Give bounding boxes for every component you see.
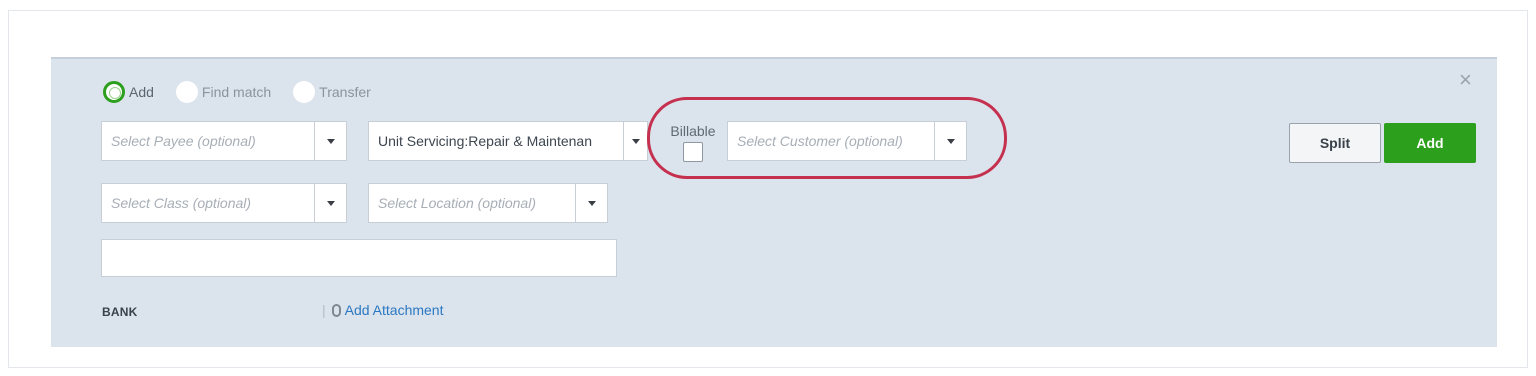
radio-add[interactable]: Add bbox=[103, 81, 154, 103]
chevron-down-icon[interactable] bbox=[575, 184, 607, 222]
radio-unselected-icon bbox=[175, 81, 198, 103]
radio-find-match-label: Find match bbox=[201, 84, 272, 100]
chevron-down-icon[interactable] bbox=[314, 184, 346, 222]
billable-checkbox[interactable] bbox=[683, 142, 703, 162]
chevron-down-icon[interactable] bbox=[934, 122, 966, 160]
add-attachment-link[interactable]: Add Attachment bbox=[345, 302, 444, 318]
billable-label: Billable bbox=[670, 123, 716, 139]
customer-placeholder: Select Customer (optional) bbox=[737, 133, 903, 149]
category-account-select[interactable]: Unit Servicing:Repair & Maintenan bbox=[368, 121, 648, 161]
radio-transfer-label: Transfer bbox=[319, 84, 371, 100]
bank-label: BANK bbox=[102, 305, 138, 319]
chevron-down-icon[interactable] bbox=[623, 122, 647, 160]
radio-unselected-icon bbox=[293, 81, 316, 103]
category-account-value: Unit Servicing:Repair & Maintenan bbox=[378, 133, 592, 149]
split-button[interactable]: Split bbox=[1289, 123, 1381, 163]
add-button[interactable]: Add bbox=[1384, 123, 1476, 163]
paperclip-icon bbox=[331, 303, 341, 317]
divider: | bbox=[322, 302, 326, 318]
location-placeholder: Select Location (optional) bbox=[378, 195, 536, 211]
class-select[interactable]: Select Class (optional) bbox=[101, 183, 347, 223]
bank-transaction-edit-panel: Add Find match Transfer × Select Payee (… bbox=[51, 57, 1497, 347]
chevron-down-icon[interactable] bbox=[314, 122, 346, 160]
payee-placeholder: Select Payee (optional) bbox=[111, 133, 256, 149]
radio-find-match[interactable]: Find match bbox=[175, 81, 272, 103]
billable-control: Billable bbox=[665, 123, 721, 162]
transaction-action-radio-group: Add Find match Transfer bbox=[103, 81, 393, 103]
radio-transfer[interactable]: Transfer bbox=[293, 81, 371, 103]
radio-selected-icon bbox=[103, 81, 125, 103]
memo-input[interactable] bbox=[101, 239, 617, 277]
close-icon[interactable]: × bbox=[1459, 69, 1472, 91]
class-placeholder: Select Class (optional) bbox=[111, 195, 252, 211]
payee-select[interactable]: Select Payee (optional) bbox=[101, 121, 347, 161]
location-select[interactable]: Select Location (optional) bbox=[368, 183, 608, 223]
customer-select[interactable]: Select Customer (optional) bbox=[727, 121, 967, 161]
radio-add-label: Add bbox=[129, 84, 154, 100]
page-frame: Add Find match Transfer × Select Payee (… bbox=[8, 10, 1528, 368]
attachment-area: | Add Attachment bbox=[322, 302, 443, 318]
